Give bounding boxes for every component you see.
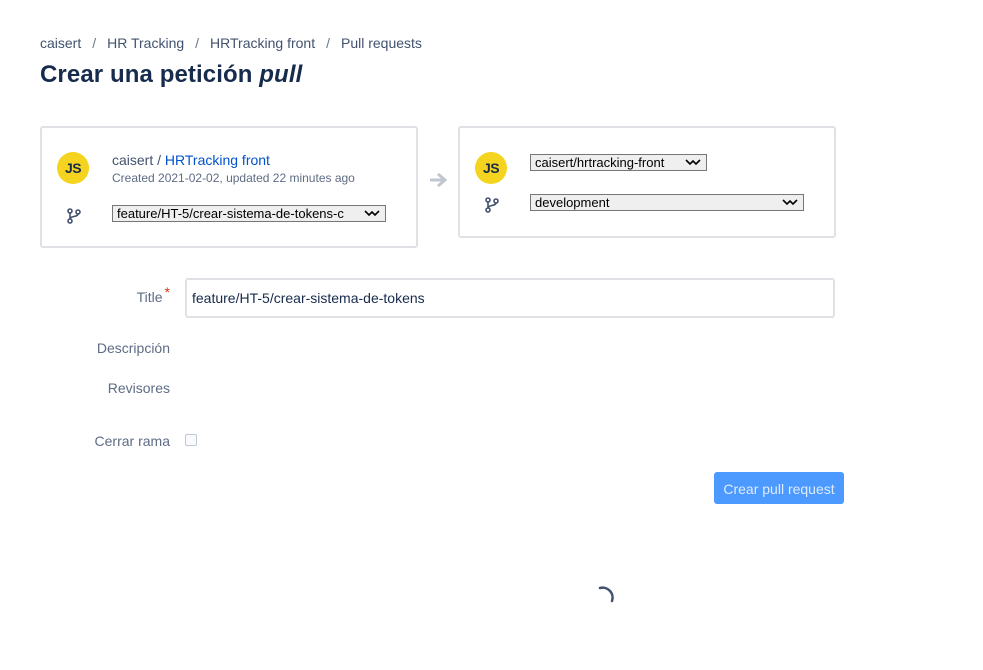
source-separator: / xyxy=(153,152,165,168)
breadcrumb-owner[interactable]: caisert xyxy=(40,35,81,51)
loading-spinner-icon xyxy=(598,586,614,603)
description-label: Descripción xyxy=(96,340,170,356)
breadcrumb: caisert / HR Tracking / HRTracking front / Pul… xyxy=(40,35,422,51)
source-repo-line: caisert / HRTracking front xyxy=(112,152,270,168)
arrow-right-icon xyxy=(430,172,448,188)
required-mark: * xyxy=(164,284,170,300)
branch-icon xyxy=(485,197,499,213)
close-branch-label: Cerrar rama xyxy=(94,433,170,449)
page-title: Crear una petición pull xyxy=(40,61,302,89)
breadcrumb-separator: / xyxy=(195,35,200,51)
destination-card: JS caisert/hrtracking-front development xyxy=(458,126,836,238)
destination-repo-select[interactable]: caisert/hrtracking-front xyxy=(530,154,707,171)
source-branch-select[interactable]: feature/HT-5/crear-sistema-de-tokens-c xyxy=(112,205,386,222)
create-pull-request-button[interactable]: Crear pull request xyxy=(714,472,844,504)
chevron-down-icon xyxy=(364,210,380,217)
chevron-down-icon xyxy=(685,159,701,166)
source-repo-link[interactable]: HRTracking front xyxy=(165,152,270,168)
breadcrumb-project[interactable]: HR Tracking xyxy=(107,35,184,51)
title-label-text: Title xyxy=(136,289,163,305)
page-title-text: Crear una petición xyxy=(40,61,260,88)
destination-avatar: JS xyxy=(475,152,507,184)
source-branch-value: feature/HT-5/crear-sistema-de-tokens-c xyxy=(117,206,344,221)
title-input[interactable] xyxy=(185,278,835,318)
title-label: Title * xyxy=(40,284,170,305)
page-title-emphasis: pull xyxy=(259,61,303,88)
breadcrumb-separator: / xyxy=(326,35,330,51)
breadcrumb-pull-requests[interactable]: Pull requests xyxy=(341,35,422,51)
close-branch-checkbox[interactable] xyxy=(185,434,197,446)
chevron-down-icon xyxy=(782,199,798,206)
destination-branch-select[interactable]: development xyxy=(530,194,804,211)
breadcrumb-separator: / xyxy=(92,35,97,51)
source-owner: caisert xyxy=(112,152,154,168)
source-meta: Created 2021-02-02, updated 22 minutes a… xyxy=(112,171,355,185)
breadcrumb-repository[interactable]: HRTracking front xyxy=(210,35,315,51)
destination-repo-value: caisert/hrtracking-front xyxy=(535,155,665,170)
branch-icon xyxy=(67,208,81,224)
source-avatar: JS xyxy=(57,152,89,184)
source-card: JS caisert / HRTracking front Created 20… xyxy=(40,126,418,248)
reviewers-label: Revisores xyxy=(107,380,170,396)
destination-branch-value: development xyxy=(535,195,610,210)
